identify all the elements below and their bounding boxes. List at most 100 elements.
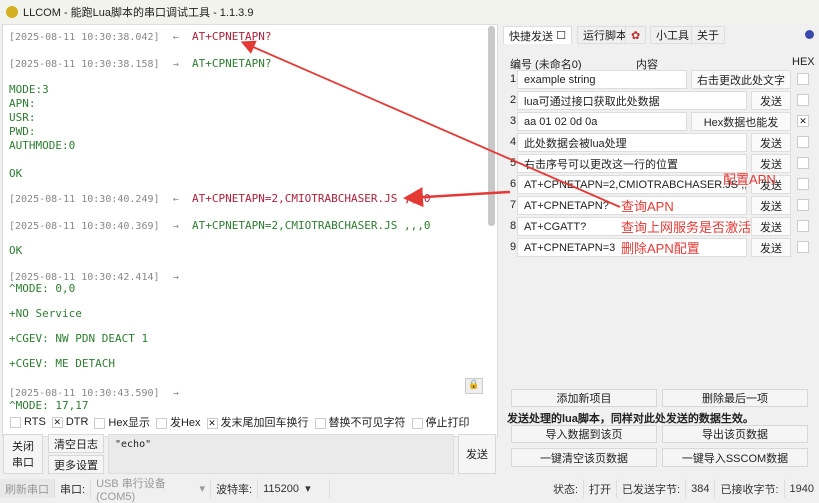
hex-checkbox[interactable]	[797, 157, 809, 169]
clear-log-button[interactable]: 清空日志	[48, 434, 104, 453]
hex-checkbox[interactable]	[797, 220, 809, 232]
row-content-input[interactable]: example string	[517, 70, 687, 89]
annotation-label: 查询APN	[621, 199, 674, 214]
tab-plugin[interactable]: ✿	[625, 26, 647, 44]
option-checkbox[interactable]: ✕ DTR	[51, 416, 88, 428]
option-checkbox[interactable]: 替换不可见字符	[314, 414, 406, 430]
clear-page-button[interactable]: 一键清空该页数据	[511, 448, 657, 467]
send-button[interactable]: 发送	[458, 434, 496, 474]
option-checkbox[interactable]: ✕ 发末尾加回车换行	[206, 414, 309, 430]
row-content-input[interactable]: aa 01 02 0d 0a	[517, 112, 687, 131]
port-label: 串口:	[55, 479, 92, 498]
baud-value: 115200	[263, 482, 300, 495]
option-checkbox[interactable]: Hex显示	[94, 414, 150, 430]
checkbox[interactable]	[10, 416, 21, 428]
options-bar: RTS ✕ DTR Hex显示 发Hex ✕ 发末尾加回车换行 替换不可见字符 停止打印	[10, 414, 470, 430]
row-send-button[interactable]: 发送	[751, 217, 791, 236]
option-label: 停止打印	[425, 417, 470, 429]
row-send-button[interactable]: 发送	[751, 133, 791, 152]
baud-select[interactable]: 115200 ▾	[258, 479, 331, 498]
checkbox[interactable]: ✕	[206, 417, 218, 429]
direction-icon: ←	[172, 194, 179, 205]
row-send-button[interactable]: Hex数据也能发	[691, 112, 791, 131]
hex-checkbox[interactable]	[797, 178, 809, 190]
annotation-label: 查询上网服务是否激活	[621, 220, 752, 235]
direction-icon: →	[172, 272, 179, 283]
option-label: RTS	[24, 416, 46, 428]
log-view[interactable]: [2025-08-11 10:30:38.042] ← AT+CPNETAPN?…	[2, 24, 498, 437]
direction-icon: →	[172, 221, 179, 232]
log-timestamp: [2025-08-11 10:30:38.042]	[9, 32, 160, 43]
checkbox[interactable]	[411, 417, 423, 429]
more-settings-button[interactable]: 更多设置	[48, 455, 104, 474]
row-number[interactable]: 2	[510, 94, 516, 106]
row-number[interactable]: 4	[510, 136, 516, 148]
row-send-button[interactable]: 发送	[751, 196, 791, 215]
lock-icon: 🔒	[468, 379, 480, 389]
send-input[interactable]: "echo"	[108, 434, 454, 474]
tab-quick-send[interactable]: 快捷发送 ☐	[503, 26, 572, 44]
lua-note: 发送处理的lua脚本，同样对此处发送的数据生效。	[507, 413, 754, 425]
app-logo-icon	[6, 6, 18, 18]
row-number[interactable]: 6	[510, 178, 516, 190]
option-checkbox[interactable]: 发Hex	[155, 414, 201, 430]
option-label: Hex显示	[108, 417, 150, 429]
row-number[interactable]: 5	[510, 157, 516, 169]
row-content-input[interactable]: lua可通过接口获取此处数据	[517, 91, 747, 110]
option-label: 替换不可见字符	[328, 417, 406, 429]
hex-checkbox[interactable]	[797, 199, 809, 211]
recv-value: 1940	[789, 482, 814, 495]
add-item-button[interactable]: 添加新项目	[511, 389, 657, 407]
checkbox[interactable]	[155, 417, 167, 429]
window-title: LLCOM - 能跑Lua脚本的串口调试工具 - 1.1.3.9	[23, 7, 254, 19]
row-content-input[interactable]: AT+CPNETAPN=2,CMIOTRABCHASER.JS ,,,0	[517, 175, 747, 194]
port-select[interactable]: USB 串行设备 (COM5) ▾	[91, 478, 212, 503]
hex-checkbox[interactable]	[797, 136, 809, 148]
hex-checkbox[interactable]: ✕	[797, 115, 809, 127]
option-label: 发末尾加回车换行	[220, 417, 309, 429]
export-button[interactable]: 导出该页数据	[662, 425, 808, 443]
state-value: 打开	[584, 479, 618, 498]
checkbox[interactable]: ✕	[51, 416, 63, 428]
quick-send-row: 2 lua可通过接口获取此处数据 发送	[507, 91, 812, 110]
log-text: OK	[9, 244, 23, 257]
row-send-button[interactable]: 发送	[751, 91, 791, 110]
sent-value: 384	[686, 479, 716, 498]
annotation-label: 删除APN配置	[621, 241, 700, 256]
row-number[interactable]: 8	[510, 220, 516, 232]
log-text: AT+CPNETAPN?	[192, 57, 272, 70]
tab-tools[interactable]: 小工具	[650, 26, 695, 44]
row-send-button[interactable]: 右击更改此处文字	[691, 70, 791, 89]
title-bar: LLCOM - 能跑Lua脚本的串口调试工具 - 1.1.3.9	[0, 0, 819, 24]
option-label: 发Hex	[169, 417, 201, 429]
row-send-button[interactable]: 发送	[751, 238, 791, 257]
tab-about[interactable]: 关于	[691, 26, 725, 44]
import-button[interactable]: 导入数据到该页	[511, 425, 657, 443]
checkbox[interactable]	[94, 417, 106, 429]
refresh-port-button[interactable]: 刷新串口	[0, 479, 55, 498]
state-label: 状态:	[548, 479, 585, 498]
row-number[interactable]: 3	[510, 115, 516, 127]
log-text: ^MODE: 17,17	[9, 399, 89, 412]
theme-icon[interactable]	[805, 30, 814, 39]
hex-checkbox[interactable]	[797, 94, 809, 106]
baud-label: 波特率:	[211, 479, 259, 498]
log-scrollbar[interactable]	[488, 26, 495, 226]
lock-scroll-button[interactable]: 🔒	[465, 378, 483, 394]
import-sscom-button[interactable]: 一键导入SSCOM数据	[662, 448, 808, 467]
row-number[interactable]: 1	[510, 73, 516, 85]
row-number[interactable]: 9	[510, 241, 516, 253]
option-checkbox[interactable]: 停止打印	[411, 414, 470, 430]
row-content-input[interactable]: 此处数据会被lua处理	[517, 133, 747, 152]
option-checkbox[interactable]: RTS	[10, 416, 46, 428]
tab-label: 快捷发送	[509, 30, 553, 43]
hex-checkbox[interactable]	[797, 241, 809, 253]
close-port-button[interactable]: 关闭 串口	[3, 434, 43, 474]
row-content-input[interactable]: 右击序号可以更改这一行的位置	[517, 154, 747, 173]
checkbox[interactable]	[314, 417, 326, 429]
row-number[interactable]: 7	[510, 199, 516, 211]
delete-last-button[interactable]: 删除最后一项	[662, 389, 808, 407]
direction-icon: →	[172, 59, 179, 70]
hex-checkbox[interactable]	[797, 73, 809, 85]
log-text: AT+CPNETAPN=2,CMIOTRABCHASER.JS ,,,0	[192, 219, 431, 232]
